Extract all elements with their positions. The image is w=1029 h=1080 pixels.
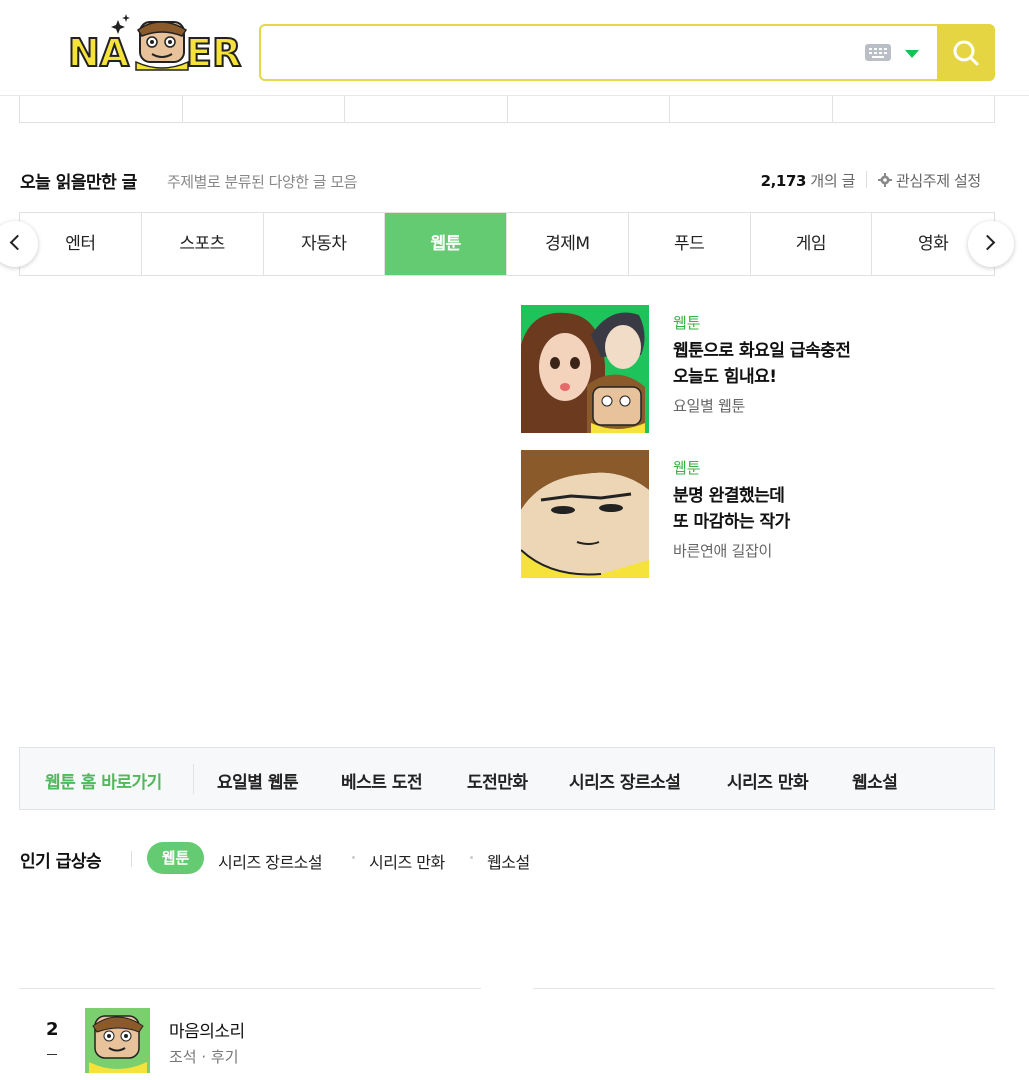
rising-tab-webtoon[interactable]: 웹툰 [147, 842, 204, 874]
tab-sports[interactable]: 스포츠 [142, 213, 264, 275]
article-title-line[interactable]: 웹툰으로 화요일 급속충전 [673, 338, 973, 364]
svg-text:ER: ER [186, 31, 241, 72]
chevron-right-icon [979, 234, 996, 251]
gear-icon [878, 173, 892, 187]
rank-title[interactable]: 마음의소리 [169, 1017, 245, 1042]
rank-thumbnail[interactable] [85, 1008, 150, 1073]
setting-label: 관심주제 설정 [896, 172, 981, 190]
count-number: 2,173 [760, 172, 807, 190]
webtoon-nav: 웹툰 홈 바로가기 요일별 웹툰 베스트 도전 도전만화 시리즈 장르소설 시리… [19, 747, 995, 810]
nav-link-series-comic[interactable]: 시리즈 만화 [727, 768, 809, 793]
article-title[interactable]: 분명 완결했는데 또 마감하는 작가 [673, 483, 973, 535]
nav-link-best-challenge[interactable]: 베스트 도전 [341, 768, 423, 793]
search-bar[interactable] [259, 24, 995, 81]
nav-link-webnovel[interactable]: 웹소설 [852, 768, 898, 793]
article-thumbnail[interactable] [521, 450, 649, 578]
dot-separator [352, 856, 355, 859]
rising-tab-series-comic[interactable]: 시리즈 만화 [369, 849, 445, 873]
nav-link-series-novel[interactable]: 시리즈 장르소설 [569, 768, 681, 793]
tab-enter[interactable]: 엔터 [20, 213, 142, 275]
divider [19, 988, 481, 989]
topic-tabs: 엔터 스포츠 자동차 웹툰 경제M 푸드 게임 영화 [19, 212, 995, 276]
dropdown-arrow-icon[interactable] [905, 50, 919, 58]
tab-game[interactable]: 게임 [751, 213, 873, 275]
divider [533, 988, 995, 989]
article-category[interactable]: 웹툰 [673, 312, 701, 333]
divider [866, 171, 867, 188]
rising-tab-series-novel[interactable]: 시리즈 장르소설 [218, 849, 323, 873]
chevron-left-icon [9, 234, 26, 251]
dot-separator [470, 856, 473, 859]
nav-link-challenge[interactable]: 도전만화 [467, 768, 528, 793]
divider [131, 851, 132, 867]
count-suffix: 개의 글 [810, 172, 855, 190]
nav-link-weekday[interactable]: 요일별 웹툰 [217, 768, 299, 793]
header: NA ER [0, 0, 1029, 96]
nav-divider [193, 764, 194, 794]
rank-meta: 조석 · 후기 [169, 1048, 239, 1066]
article-source[interactable]: 요일별 웹툰 [673, 395, 745, 416]
article-source[interactable]: 바른연애 길잡이 [673, 540, 772, 561]
svg-text:NA: NA [68, 31, 130, 72]
section-title: 오늘 읽을만한 글 [20, 173, 137, 193]
tab-car[interactable]: 자동차 [264, 213, 386, 275]
interest-setting-button[interactable]: 관심주제 설정 [878, 170, 981, 191]
webtoon-home-link[interactable]: 웹툰 홈 바로가기 [45, 768, 162, 793]
naver-logo[interactable]: NA ER [66, 14, 244, 76]
search-button[interactable] [937, 24, 995, 81]
rising-title: 인기 급상승 [20, 852, 102, 872]
article-title[interactable]: 웹툰으로 화요일 급속충전 오늘도 힘내요! [673, 338, 973, 390]
tab-food[interactable]: 푸드 [629, 213, 751, 275]
article-card[interactable]: 웹툰 웹툰으로 화요일 급속충전 오늘도 힘내요! 요일별 웹툰 [521, 305, 981, 433]
article-count: 2,173 개의 글 [760, 170, 856, 191]
article-card[interactable]: 웹툰 분명 완결했는데 또 마감하는 작가 바른연애 길잡이 [521, 450, 981, 578]
article-title-line[interactable]: 오늘도 힘내요! [673, 364, 973, 390]
article-title-line[interactable]: 또 마감하는 작가 [673, 509, 973, 535]
rank-change-none-icon [47, 1054, 57, 1055]
rank-author: 조석 [169, 1048, 197, 1066]
tab-economy[interactable]: 경제M [507, 213, 629, 275]
tab-webtoon[interactable]: 웹툰 [385, 213, 507, 275]
keyboard-icon[interactable] [865, 44, 891, 61]
rank-tag: 후기 [210, 1048, 239, 1066]
article-category[interactable]: 웹툰 [673, 457, 701, 478]
rising-tab-webnovel[interactable]: 웹소설 [487, 849, 530, 873]
article-thumbnail[interactable] [521, 305, 649, 433]
section-subtitle: 주제별로 분류된 다양한 글 모음 [167, 173, 357, 191]
top-grid [19, 96, 995, 123]
article-title-line[interactable]: 분명 완결했는데 [673, 483, 973, 509]
search-icon [953, 40, 979, 66]
next-tab-button[interactable] [968, 221, 1014, 267]
rank-number: 2 [46, 1019, 59, 1040]
